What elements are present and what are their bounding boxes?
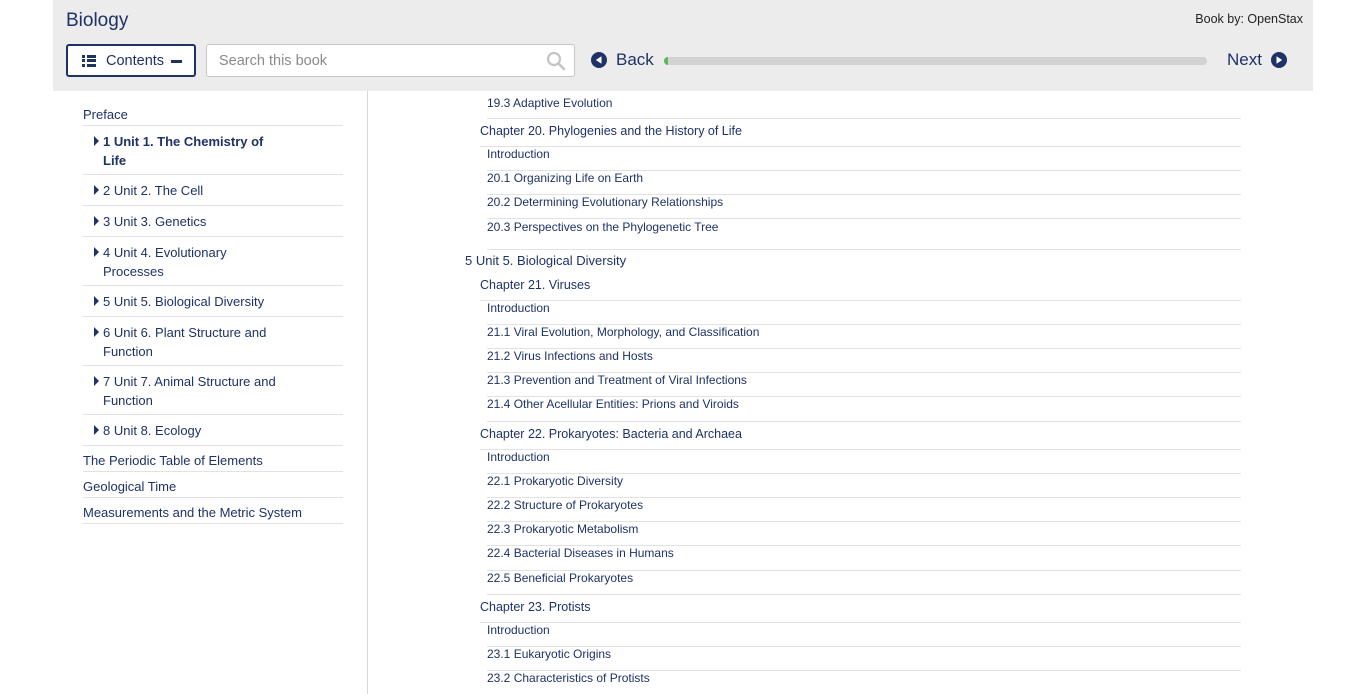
- reading-progress-bar: [664, 57, 1207, 65]
- book-title[interactable]: Biology: [66, 10, 128, 32]
- toc-section-row[interactable]: 23.1 Eukaryotic Origins: [487, 647, 1241, 671]
- sidebar-item[interactable]: 2 Unit 2. The Cell: [83, 175, 343, 206]
- toc-section-row[interactable]: 21.4 Other Acellular Entities: Prions an…: [487, 397, 1241, 422]
- toc-chapter-row[interactable]: Chapter 23. Protists: [480, 600, 1241, 623]
- back-label: Back: [616, 50, 654, 69]
- sidebar-item[interactable]: The Periodic Table of Elements: [83, 446, 343, 472]
- sidebar-item-label: 4 Unit 4. Evolutionary Processes: [103, 245, 227, 279]
- sidebar-item[interactable]: 6 Unit 6. Plant Structure and Function: [83, 317, 343, 366]
- toc-section-row[interactable]: 20.1 Organizing Life on Earth: [487, 171, 1241, 195]
- toc-section-row[interactable]: 21.3 Prevention and Treatment of Viral I…: [487, 373, 1241, 397]
- back-arrow-icon: [591, 52, 607, 68]
- sidebar-item-label: 8 Unit 8. Ecology: [103, 423, 202, 438]
- sidebar-item-label: 7 Unit 7. Animal Structure and Function: [103, 374, 276, 408]
- search-icon[interactable]: [546, 51, 566, 71]
- sidebar-item-label: Measurements and the Metric System: [83, 505, 302, 520]
- toc-section-row[interactable]: 22.5 Beneficial Prokaryotes: [487, 571, 1241, 595]
- toc-section-row[interactable]: 20.2 Determining Evolutionary Relationsh…: [487, 195, 1241, 219]
- next-arrow-icon: [1270, 52, 1287, 68]
- list-icon: [82, 54, 96, 67]
- toc-section-row[interactable]: Introduction: [487, 301, 1241, 325]
- sidebar-item[interactable]: 5 Unit 5. Biological Diversity: [83, 286, 343, 317]
- toc-chapter-row[interactable]: Chapter 20. Phylogenies and the History …: [480, 124, 1241, 147]
- toc-chapter-row[interactable]: Chapter 22. Prokaryotes: Bacteria and Ar…: [480, 427, 1241, 450]
- toc-section-row[interactable]: 20.3 Perspectives on the Phylogenetic Tr…: [487, 220, 1241, 250]
- sidebar-item[interactable]: Geological Time: [83, 472, 343, 498]
- caret-right-icon: [94, 247, 99, 257]
- toc-section-row[interactable]: 23.2 Characteristics of Protists: [487, 671, 1241, 694]
- caret-right-icon: [94, 327, 99, 337]
- contents-sidebar: Preface 1 Unit 1. The Chemistry of Life 2 …: [83, 104, 343, 524]
- sidebar-item-label: 2 Unit 2. The Cell: [103, 183, 204, 198]
- search-box: [206, 44, 575, 77]
- sidebar-item[interactable]: 4 Unit 4. Evolutionary Processes: [83, 237, 343, 286]
- sidebar-item-label: 1 Unit 1. The Chemistry of Life: [103, 134, 264, 168]
- caret-right-icon: [94, 376, 99, 386]
- next-button[interactable]: Next: [1227, 50, 1287, 70]
- toc-section-row[interactable]: 21.2 Virus Infections and Hosts: [487, 349, 1241, 373]
- sidebar-item[interactable]: 7 Unit 7. Animal Structure and Function: [83, 366, 343, 415]
- caret-right-icon: [94, 296, 99, 306]
- contents-label: Contents: [106, 52, 165, 69]
- sidebar-item[interactable]: 1 Unit 1. The Chemistry of Life: [83, 126, 343, 175]
- sidebar-item-label: Preface: [83, 107, 128, 122]
- sidebar-item-label: The Periodic Table of Elements: [83, 453, 263, 468]
- toc-unit-row[interactable]: 5 Unit 5. Biological Diversity: [465, 254, 1241, 278]
- sidebar-item[interactable]: Preface: [83, 104, 343, 126]
- toc-section-row[interactable]: Introduction: [487, 450, 1241, 474]
- toc-section-row[interactable]: 22.2 Structure of Prokaryotes: [487, 498, 1241, 522]
- caret-right-icon: [94, 425, 99, 435]
- reading-progress-fill: [664, 57, 668, 65]
- toc-section-row[interactable]: Introduction: [487, 147, 1241, 171]
- sidebar-item[interactable]: 3 Unit 3. Genetics: [83, 206, 343, 237]
- toc-section-row[interactable]: 22.1 Prokaryotic Diversity: [487, 474, 1241, 498]
- caret-right-icon: [94, 216, 99, 226]
- caret-right-icon: [94, 136, 99, 146]
- book-author: Book by: OpenStax: [1195, 12, 1303, 26]
- toc-section-row[interactable]: 22.3 Prokaryotic Metabolism: [487, 522, 1241, 546]
- book-header: Biology Book by: OpenStax Contents Back …: [53, 0, 1313, 91]
- search-input[interactable]: [207, 45, 537, 76]
- sidebar-divider: [367, 91, 368, 694]
- sidebar-item-label: 3 Unit 3. Genetics: [103, 214, 207, 229]
- toc-section-row[interactable]: Introduction: [487, 623, 1241, 647]
- sidebar-item-label: Geological Time: [83, 479, 177, 494]
- back-button[interactable]: Back: [591, 50, 654, 70]
- sidebar-item-label: 6 Unit 6. Plant Structure and Function: [103, 325, 267, 359]
- next-label: Next: [1227, 50, 1262, 69]
- toc-section-row[interactable]: 22.4 Bacterial Diseases in Humans: [487, 546, 1241, 571]
- caret-right-icon: [94, 185, 99, 195]
- contents-toggle-button[interactable]: Contents: [66, 44, 196, 77]
- sidebar-item[interactable]: Measurements and the Metric System: [83, 498, 343, 524]
- minus-icon: [171, 60, 182, 63]
- sidebar-item-label: 5 Unit 5. Biological Diversity: [103, 294, 265, 309]
- toc-section-row[interactable]: 19.3 Adaptive Evolution: [487, 96, 1241, 119]
- toc-section-row[interactable]: 21.1 Viral Evolution, Morphology, and Cl…: [487, 325, 1241, 349]
- sidebar-item[interactable]: 8 Unit 8. Ecology: [83, 415, 343, 446]
- toc-chapter-row[interactable]: Chapter 21. Viruses: [480, 278, 1241, 301]
